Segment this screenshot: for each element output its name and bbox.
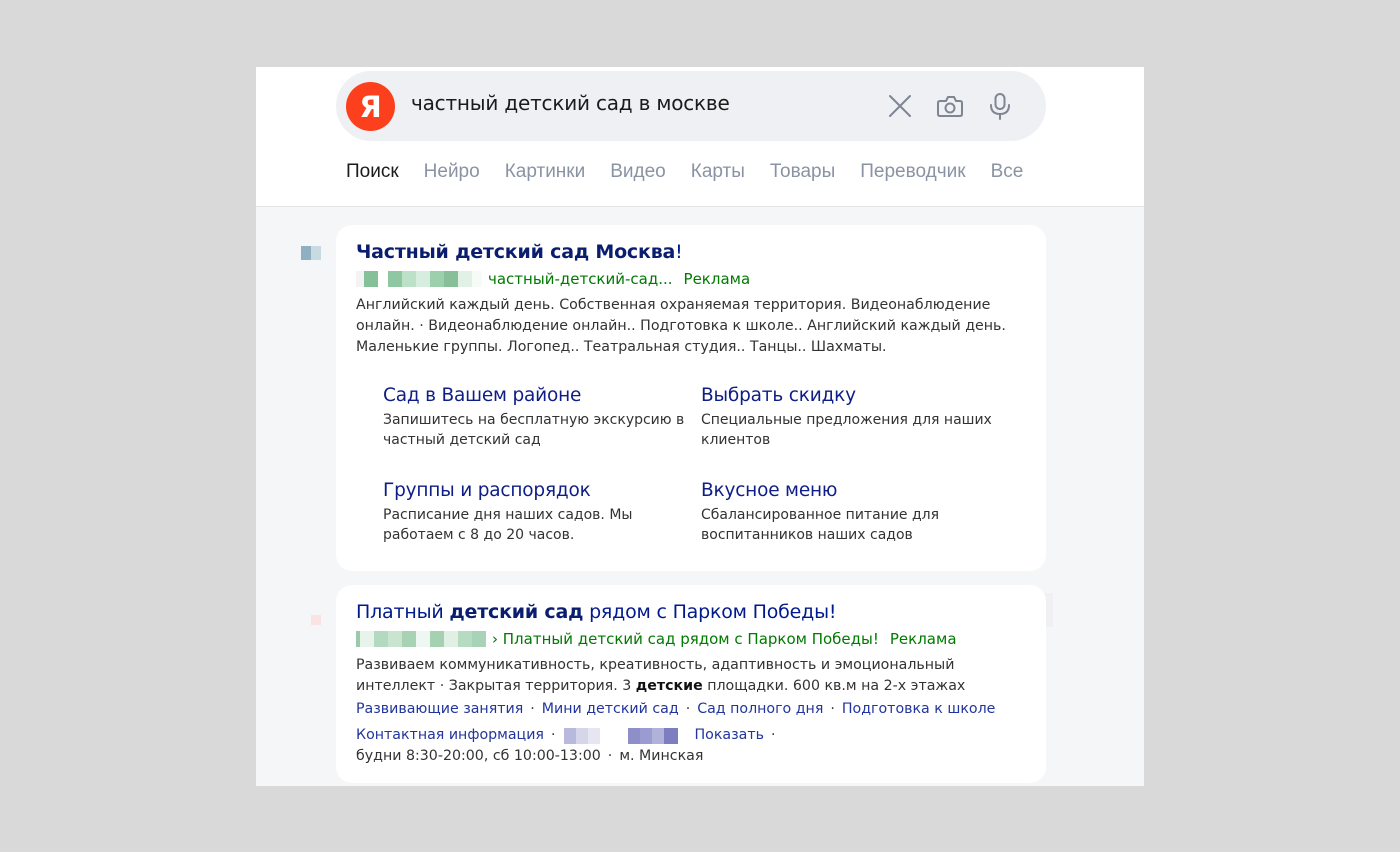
ad-title-link[interactable]: Платный детский сад рядом с Парком Побед… [356,601,837,623]
yandex-logo[interactable]: Я [346,82,395,131]
hours-line: будни 8:30-20:00, сб 10:00-13:00 · м. Минс… [356,746,1036,767]
separator: · [550,727,556,743]
clear-icon[interactable] [885,91,915,121]
desc-part: площадки. 600 кв.м на 2-х этажах [702,678,966,694]
separator: · [770,727,776,743]
ad-title-bold: Частный детский сад Москва [356,241,676,263]
blurred-phone [564,727,679,744]
sitelink-description: Расписание дня наших садов. Мы работаем … [383,507,633,543]
ad-title-bold: детский сад [449,601,584,623]
separator: · [607,748,613,764]
sitelink-description: Запишитесь на бесплатную экскурсию в час… [383,412,685,448]
separator: · [685,701,691,717]
ad-url[interactable]: частный-детский-сад... [488,270,673,288]
ad-result: Частный детский сад Москва! частный-детс… [336,225,1046,571]
sitelink[interactable]: Выбрать скидку Специальные предложения д… [701,385,1011,450]
sitelink[interactable]: Группы и распорядок Расписание дня наших… [383,480,693,545]
tab-all[interactable]: Все [991,161,1024,185]
quick-links: Развивающие занятия · Мини детский сад · Сад… [356,699,1036,720]
tab-images[interactable]: Картинки [505,161,586,185]
ad-result: Платный детский сад рядом с Парком Побед… [336,585,1046,783]
show-phone-link[interactable]: Показать [694,725,763,746]
quick-link[interactable]: Подготовка к школе [842,701,995,717]
ad-url[interactable]: › Платный детский сад рядом с Парком Поб… [492,630,879,648]
desc-bold: детские [635,678,703,694]
metro-station: м. Минская [619,748,704,764]
search-input[interactable]: частный детский сад в москве [411,91,730,115]
contact-info-link[interactable]: Контактная информация [356,725,544,746]
ad-title-link[interactable]: Частный детский сад Москва! [356,241,683,263]
search-box[interactable]: Я частный детский сад в москве [336,71,1046,141]
ad-label: Реклама [889,630,957,648]
ad-title-rest: ! [675,241,683,263]
search-results-page: Я частный детский сад в москве Поиск Ней… [256,67,1144,786]
quick-link[interactable]: Сад полного дня [697,701,823,717]
sitelink-title[interactable]: Вкусное меню [701,480,1011,501]
tab-products[interactable]: Товары [770,161,835,185]
tab-translator[interactable]: Переводчик [860,161,965,185]
ad-label: Реклама [683,270,751,288]
microphone-icon[interactable] [985,91,1015,121]
working-hours: будни 8:30-20:00, сб 10:00-13:00 [356,748,601,764]
quick-link[interactable]: Мини детский сад [542,701,679,717]
ad-title-part: рядом с Парком Победы! [583,601,837,623]
sitelink-title[interactable]: Группы и распорядок [383,480,693,501]
sitelink[interactable]: Вкусное меню Сбалансированное питание дл… [701,480,1011,545]
header: Я частный детский сад в москве Поиск Ней… [256,67,1144,207]
sitelink-title[interactable]: Сад в Вашем районе [383,385,693,406]
ad-url-line: частный-детский-сад... Реклама [356,270,750,288]
separator: · [530,701,535,717]
sitelink-title[interactable]: Выбрать скидку [701,385,1011,406]
separator: · [830,701,835,717]
ad-title-part: Платный [356,601,450,623]
ad-url-line: › Платный детский сад рядом с Парком Поб… [356,630,957,648]
sitelink-description: Сбалансированное питание для воспитанник… [701,507,940,543]
tab-neuro[interactable]: Нейро [424,161,480,185]
sitelink-description: Специальные предложения для наших клиент… [701,412,992,448]
tab-video[interactable]: Видео [610,161,666,185]
favicon-pixelated [301,246,321,260]
tab-maps[interactable]: Карты [691,161,745,185]
ad-description: Развиваем коммуникативность, креативност… [356,655,1016,697]
tab-search[interactable]: Поиск [346,161,399,185]
contact-line: Контактная информация · Показать · [356,725,1036,746]
blurred-domain [356,631,486,647]
sitelink[interactable]: Сад в Вашем районе Запишитесь на бесплат… [383,385,693,450]
blurred-domain [356,271,482,287]
quick-link[interactable]: Развивающие занятия [356,701,523,717]
favicon-pixelated [311,615,321,625]
search-tabs: Поиск Нейро Картинки Видео Карты Товары … [346,161,1048,185]
camera-icon[interactable] [935,91,965,121]
ad-description: Английский каждый день. Собственная охра… [356,297,1006,355]
